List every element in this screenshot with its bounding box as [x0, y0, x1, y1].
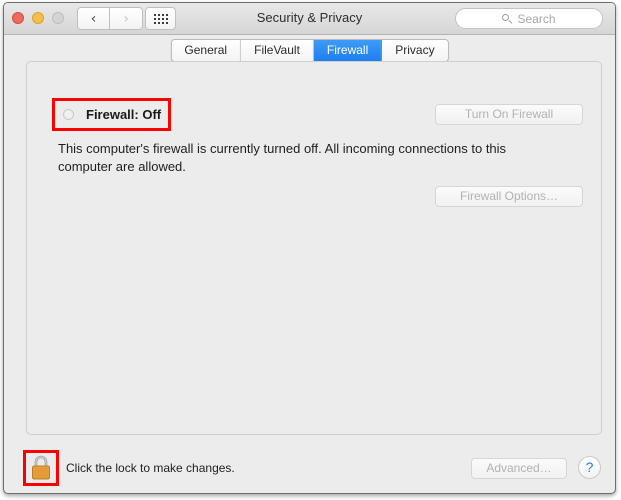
search-icon [502, 13, 512, 24]
window-bottom-bar: Click the lock to make changes. Advanced… [4, 443, 615, 493]
help-button[interactable]: ? [578, 456, 601, 479]
firewall-description: This computer's firewall is currently tu… [58, 141, 507, 174]
search-placeholder: Search [517, 11, 556, 26]
tab-general[interactable]: General [171, 40, 242, 61]
locked-padlock-icon[interactable] [30, 455, 52, 481]
lock-instruction-text: Click the lock to make changes. [66, 461, 235, 475]
window-toolbar: ‹ › Security & Privacy Search [4, 3, 615, 35]
tab-filevault[interactable]: FileVault [241, 40, 314, 61]
tab-firewall[interactable]: Firewall [313, 40, 383, 61]
firewall-status-highlight: Firewall: Off [52, 98, 171, 131]
advanced-button[interactable]: Advanced… [471, 458, 567, 479]
search-field[interactable]: Search [455, 8, 603, 29]
tab-privacy[interactable]: Privacy [382, 40, 448, 61]
firewall-status-label: Firewall: Off [86, 107, 162, 122]
tab-bar: General FileVault Firewall Privacy [170, 39, 449, 62]
turn-on-firewall-button[interactable]: Turn On Firewall [435, 104, 583, 125]
firewall-options-button[interactable]: Firewall Options… [435, 186, 583, 207]
security-privacy-window: ‹ › Security & Privacy Search General Fi… [3, 2, 616, 494]
lock-highlight-box [23, 450, 59, 486]
tab-bar-area: General FileVault Firewall Privacy [4, 35, 615, 62]
firewall-status-indicator-icon [63, 109, 74, 120]
firewall-content-panel: Firewall: Off This computer's firewall i… [26, 61, 602, 435]
